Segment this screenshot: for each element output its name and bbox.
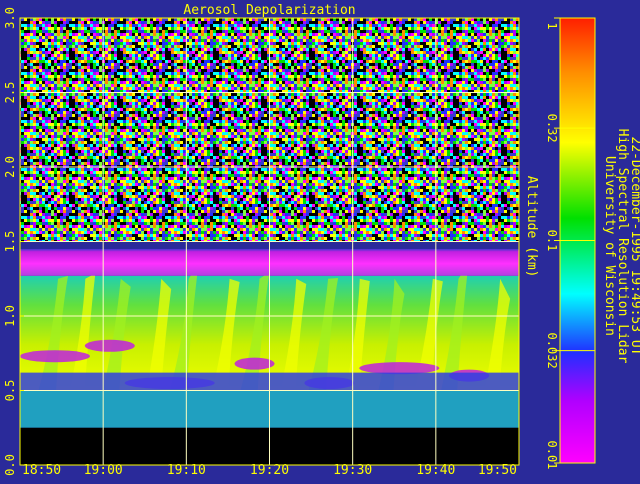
x-tick-label: 19:50 xyxy=(478,463,517,478)
colorbar-tick-label: 0.32 xyxy=(545,114,559,143)
x-tick-label: 18:50 xyxy=(22,463,61,478)
lidar-chart: Aerosol Depolarization 0.0 0.5 1.0 1.5 2.0 2.… xyxy=(0,0,640,480)
colorbar-tick-label: 1 xyxy=(545,22,559,29)
instrument-caption: University of WisconsinHigh Spectral Res… xyxy=(602,129,640,364)
y-tick-label: 0.5 xyxy=(3,380,17,402)
y-tick-label: 2.5 xyxy=(3,82,17,104)
x-tick-label: 19:20 xyxy=(250,463,289,478)
y-tick-label: 1.5 xyxy=(3,231,17,253)
y-tick-label: 2.0 xyxy=(3,156,17,178)
x-tick-label: 19:40 xyxy=(416,463,455,478)
y-tick-label: 1.0 xyxy=(3,305,17,327)
y-tick-label: 3.0 xyxy=(3,7,17,29)
chart-svg: Aerosol Depolarization 0.0 0.5 1.0 1.5 2.0 2.… xyxy=(3,3,640,478)
caption-line: University of Wisconsin xyxy=(602,156,617,336)
caption-line: 22-December-1995 19:49:53 UT xyxy=(628,136,640,355)
y-axis-label: Altitude (km) xyxy=(524,176,539,278)
x-axis-ticks: 18:50 19:00 19:10 19:20 19:30 19:40 19:50 xyxy=(22,463,517,478)
chart-title: Aerosol Depolarization xyxy=(183,3,355,18)
colorbar-tick-label: 0.01 xyxy=(545,441,559,470)
colorbar-tick-label: 0.032 xyxy=(545,333,559,369)
y-tick-label: 0.0 xyxy=(3,454,17,476)
x-tick-label: 19:00 xyxy=(84,463,123,478)
colorbar-tick-label: 0.1 xyxy=(545,230,559,252)
caption-line: High Spectral Resolution Lidar xyxy=(615,129,630,364)
x-tick-label: 19:30 xyxy=(333,463,372,478)
x-tick-label: 19:10 xyxy=(167,463,206,478)
